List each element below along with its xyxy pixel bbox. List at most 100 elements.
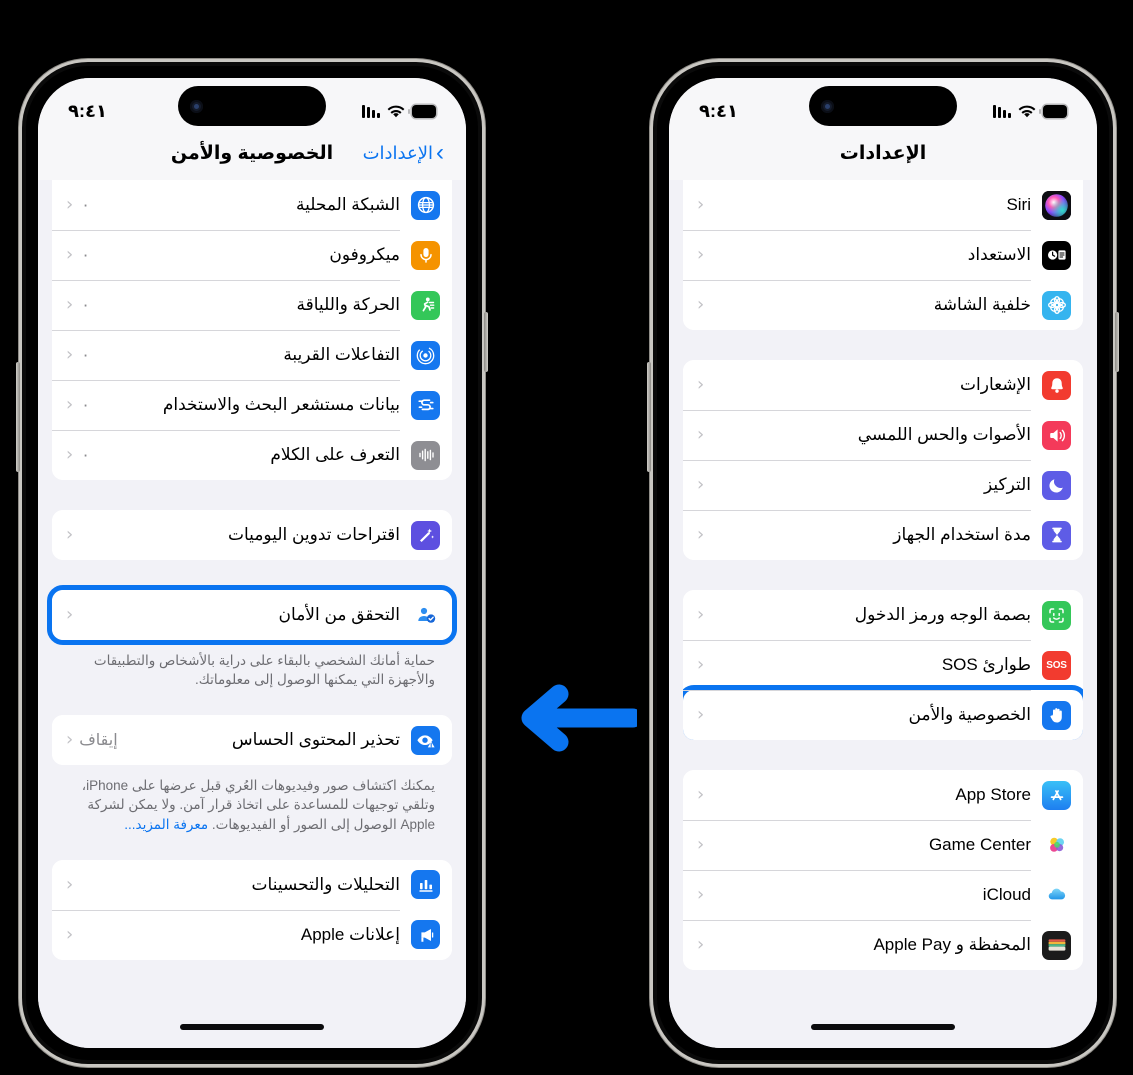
settings-list-right[interactable]: Siri ‹ الاستعداد ‹ خلفية الشاشة ‹ الإشعا… [669, 180, 1097, 1014]
footnote-sensitive-content: يمكنك اكتشاف صور وفيديوهات العُري قبل عر… [52, 769, 452, 833]
row-sounds-haptics[interactable]: الأصوات والحس اللمسي ‹ [683, 410, 1083, 460]
phone-left-bezel: ٩:٤١ الخصوصية والأمن › الإعدادات الشبكة … [26, 66, 478, 1060]
row-apple-advertising[interactable]: إعلانات Apple ‹ [52, 909, 452, 960]
privacy-hand-icon [1042, 700, 1071, 730]
row-research-sensor-data[interactable]: بيانات مستشعر البحث والاستخدام ٠ ‹ [52, 380, 452, 430]
row-face-id-passcode[interactable]: بصمة الوجه ورمز الدخول ‹ [683, 590, 1083, 640]
row-nearby-interactions[interactable]: التفاعلات القريبة ٠ ‹ [52, 330, 452, 380]
chevron-left-icon: ‹ [66, 344, 74, 365]
phone-right: ٩:٤١ الإعدادات Siri ‹ الاستعداد ‹ خلفية … [647, 62, 1119, 1064]
left-pointing-arrow [497, 682, 643, 754]
chevron-left-icon: ‹ [697, 884, 705, 905]
row-app-store[interactable]: App Store ‹ [683, 770, 1083, 820]
status-bar-left: ٩:٤١ [38, 78, 466, 134]
notifications-bell-icon [1042, 370, 1071, 400]
row-notifications[interactable]: الإشعارات ‹ [683, 360, 1083, 410]
screen-time-hourglass-icon [1042, 520, 1071, 550]
section-analytics: التحليلات والتحسينات ‹ إعلانات Apple ‹ [52, 859, 452, 960]
row-focus[interactable]: التركيز ‹ [683, 460, 1083, 510]
chevron-left-icon: ‹ [697, 424, 705, 445]
face-id-icon [1042, 600, 1071, 630]
siri-icon [1042, 190, 1071, 220]
row-motion-fitness[interactable]: الحركة واللياقة ٠ ‹ [52, 280, 452, 330]
front-camera-icon [821, 99, 834, 113]
chevron-left-icon: ‹ [66, 729, 74, 751]
microphone-icon [411, 240, 440, 270]
chevron-left-icon: ‹ [697, 604, 705, 625]
focus-moon-icon [1042, 470, 1071, 500]
status-time-right: ٩:٤١ [699, 100, 738, 121]
home-indicator-right [669, 1014, 1097, 1048]
chevron-left-icon: ‹ [697, 194, 705, 215]
row-value: ٠ [81, 247, 90, 264]
row-screen-time[interactable]: مدة استخدام الجهاز ‹ [683, 510, 1083, 560]
row-emergency-sos[interactable]: SOS طوارئ SOS ‹ [683, 640, 1083, 690]
section-services-group: App Store ‹ Game Center ‹ iCloud ‹ المحف… [683, 770, 1083, 970]
motion-fitness-icon [411, 290, 440, 320]
dynamic-island [178, 86, 326, 126]
row-label: التحليلات والتحسينات [251, 874, 400, 894]
app-store-icon [1042, 780, 1071, 810]
row-sensitive-content-warning[interactable]: تحذير المحتوى الحساس إيقاف ‹ [52, 715, 452, 766]
row-label: الاستعداد [967, 245, 1031, 264]
battery-icon [408, 104, 436, 118]
row-siri[interactable]: Siri ‹ [683, 180, 1083, 230]
back-button-left[interactable]: › الإعدادات [362, 140, 444, 166]
sos-text: SOS [1046, 659, 1067, 671]
row-icloud[interactable]: iCloud ‹ [683, 870, 1083, 920]
row-privacy-security-highlighted[interactable]: الخصوصية والأمن ‹ [683, 685, 1083, 740]
screenshot-stage: ٩:٤١ الخصوصية والأمن › الإعدادات الشبكة … [0, 0, 1133, 1075]
row-microphone[interactable]: ميكروفون ٠ ‹ [52, 230, 452, 280]
chevron-left-icon: ‹ [697, 474, 705, 495]
apple-advertising-icon [411, 920, 440, 950]
section-permissions: الشبكة المحلية ٠ ‹ ميكروفون ٠ ‹ الحركة و… [52, 180, 452, 480]
row-value: ٠ [81, 447, 90, 464]
footnote-safety-check: حماية أمانك الشخصي بالبقاء على دراية بال… [93, 653, 435, 688]
home-indicator-bar [811, 1024, 955, 1030]
row-journaling-suggestions[interactable]: اقتراحات تدوين اليوميات ‹ [52, 510, 452, 560]
status-bar-right: ٩:٤١ [669, 78, 1097, 134]
row-label: التعرف على الكلام [270, 445, 400, 464]
chevron-left-icon: ‹ [697, 244, 705, 265]
chevron-left-icon: ‹ [66, 604, 74, 625]
row-safety-check[interactable]: التحقق من الأمان ‹ [52, 590, 452, 640]
chevron-left-icon: ‹ [66, 394, 74, 415]
front-camera-icon [190, 99, 203, 113]
row-label: مدة استخدام الجهاز [893, 525, 1031, 544]
learn-more-link[interactable]: معرفة المزيد... [124, 817, 208, 832]
row-value: ٠ [81, 197, 90, 214]
globe-icon [411, 190, 440, 220]
research-sensor-icon [411, 390, 440, 420]
phone-right-screen: ٩:٤١ الإعدادات Siri ‹ الاستعداد ‹ خلفية … [669, 78, 1097, 1048]
section-safety-check-highlighted[interactable]: التحقق من الأمان ‹ [47, 585, 457, 645]
row-speech-recognition[interactable]: التعرف على الكلام ٠ ‹ [52, 430, 452, 480]
row-wallet-apple-pay[interactable]: المحفظة و Apple Pay ‹ [683, 920, 1083, 970]
settings-list-left[interactable]: الشبكة المحلية ٠ ‹ ميكروفون ٠ ‹ الحركة و… [38, 180, 466, 1014]
row-label: بيانات مستشعر البحث والاستخدام [162, 395, 400, 414]
row-label: الشبكة المحلية [295, 195, 400, 214]
row-standby[interactable]: الاستعداد ‹ [683, 230, 1083, 280]
row-label: الخصوصية والأمن [908, 705, 1031, 724]
chevron-left-icon: ‹ [697, 834, 705, 855]
row-value: ٠ [81, 297, 90, 314]
row-label: التركيز [983, 475, 1031, 494]
battery-icon [1039, 104, 1067, 118]
chevron-left-icon: ‹ [697, 524, 705, 545]
row-value: إيقاف [79, 732, 118, 750]
nav-bar-left: الخصوصية والأمن › الإعدادات [38, 134, 466, 180]
chevron-left-icon: ‹ [66, 873, 74, 895]
row-label: التفاعلات القريبة [283, 345, 400, 364]
back-button-label: الإعدادات [362, 143, 433, 163]
row-game-center[interactable]: Game Center ‹ [683, 820, 1083, 870]
row-analytics-improvements[interactable]: التحليلات والتحسينات ‹ [52, 859, 452, 910]
row-label: الحركة واللياقة [296, 295, 400, 314]
section-security-group: بصمة الوجه ورمز الدخول ‹ SOS طوارئ SOS ‹ [683, 590, 1083, 740]
row-label: طوارئ SOS [941, 655, 1031, 674]
section-notifications-group: الإشعارات ‹ الأصوات والحس اللمسي ‹ الترك… [683, 360, 1083, 560]
row-label: اقتراحات تدوين اليوميات [228, 525, 400, 544]
row-local-network[interactable]: الشبكة المحلية ٠ ‹ [52, 180, 452, 230]
row-wallpaper[interactable]: خلفية الشاشة ‹ [683, 280, 1083, 330]
nav-bar-right: الإعدادات [669, 134, 1097, 180]
